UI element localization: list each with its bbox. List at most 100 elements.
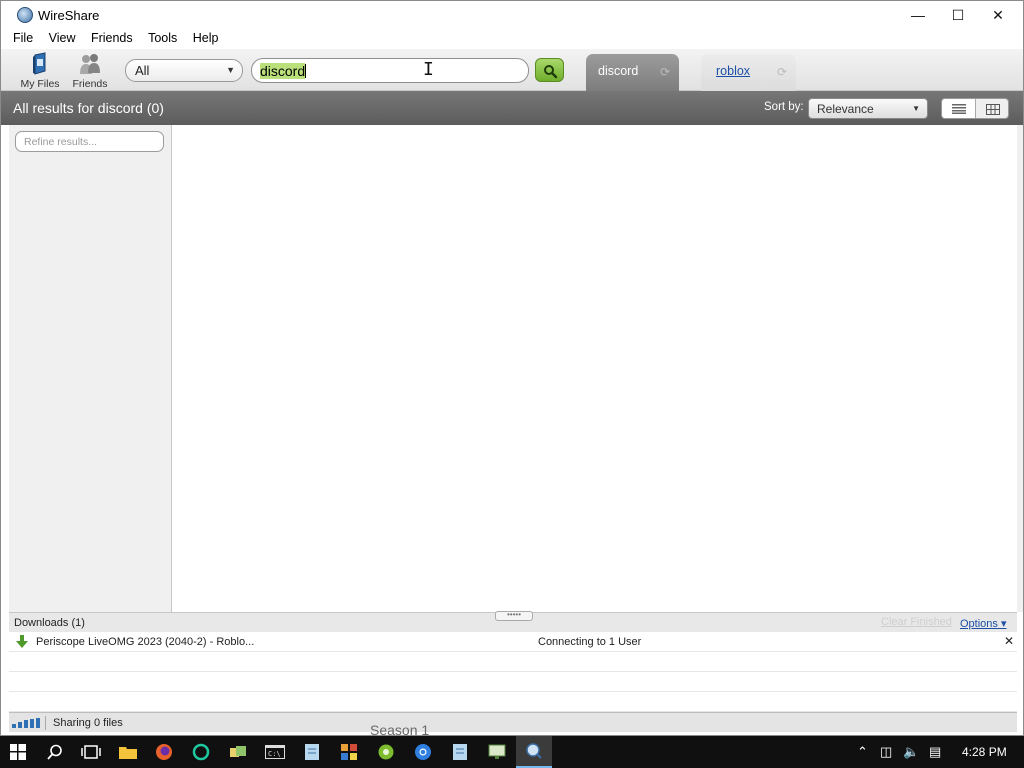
maximize-button[interactable]: ☐: [938, 1, 978, 29]
taskbar-app-green-circle[interactable]: [368, 736, 404, 768]
divider: [45, 716, 46, 730]
tab-roblox-label[interactable]: roblox: [716, 64, 750, 78]
download-arrow-icon: [16, 635, 28, 648]
taskbar-search[interactable]: [37, 736, 73, 768]
list-view-button[interactable]: [942, 99, 976, 118]
grid-view-button[interactable]: [976, 99, 1008, 118]
downloads-title: Downloads (1): [14, 617, 85, 629]
friends-icon: [80, 54, 100, 74]
show-hidden-icons-icon[interactable]: ⌃: [857, 744, 868, 760]
taskbar-notepad[interactable]: [294, 736, 330, 768]
taskbar-app-files[interactable]: [220, 736, 256, 768]
menu-help[interactable]: Help: [193, 31, 219, 45]
ibeam-cursor-icon: I: [423, 59, 434, 80]
start-button[interactable]: [0, 736, 36, 768]
loading-spinner-icon: ⟳: [659, 65, 670, 79]
category-value: All: [135, 63, 150, 78]
download-row-empty: [9, 672, 1017, 692]
grid-view-icon: [986, 103, 1000, 115]
download-status: Connecting to 1 User: [538, 636, 642, 648]
category-select[interactable]: All ▼: [125, 59, 243, 82]
wireshare-icon: [526, 743, 542, 759]
taskbar-clock[interactable]: 4:28 PM: [962, 745, 1007, 759]
monitor-icon: [488, 744, 506, 759]
notepad-icon: [453, 744, 467, 760]
folders-icon: [230, 746, 246, 757]
sort-value: Relevance: [817, 102, 874, 116]
menu-tools[interactable]: Tools: [148, 31, 177, 45]
taskbar-wireshare[interactable]: [516, 736, 552, 768]
results-heading: All results for discord (0): [13, 100, 164, 116]
tab-discord[interactable]: discord ⟳: [586, 54, 679, 91]
wireshare-window: WireShare — ☐ ✕ File View Friends Tools …: [0, 0, 1024, 736]
status-bar: Sharing 0 files: [9, 712, 1017, 732]
results-header: All results for discord (0) Sort by: Rel…: [1, 91, 1023, 125]
task-view-icon: [81, 745, 101, 759]
taskbar-chrome[interactable]: [405, 736, 441, 768]
search-input[interactable]: discord: [251, 58, 529, 83]
network-icon[interactable]: ◫: [880, 744, 892, 760]
download-row-empty: [9, 692, 1017, 712]
my-files-button[interactable]: My Files: [15, 51, 65, 90]
taskbar-file-explorer[interactable]: [110, 736, 146, 768]
list-view-icon: [951, 104, 966, 114]
wireshare-logo-icon: [17, 7, 33, 23]
search-button[interactable]: [535, 58, 564, 82]
search-icon: [544, 65, 558, 79]
sharing-status[interactable]: Sharing 0 files: [53, 717, 123, 729]
download-row-empty: [9, 652, 1017, 672]
results-list: [172, 125, 1017, 612]
minimize-button[interactable]: —: [898, 1, 938, 29]
downloads-header: Downloads (1) ••••• Clear Finished Optio…: [9, 611, 1017, 632]
menu-friends[interactable]: Friends: [91, 31, 133, 45]
svg-text:C:\: C:\: [268, 750, 281, 758]
folder-icon: [119, 747, 137, 759]
app-grid-icon: [341, 744, 357, 760]
view-toggle: [941, 98, 1009, 119]
toolbar: My Files Friends All ▼ discord discord ⟳…: [1, 49, 1023, 91]
cancel-download-icon[interactable]: ✕: [1004, 634, 1014, 648]
green-circle-icon: [378, 744, 394, 760]
menu-file[interactable]: File: [13, 31, 33, 45]
menu-view[interactable]: View: [49, 31, 76, 45]
search-value: discord: [260, 63, 306, 79]
download-name: Periscope LiveOMG 2023 (2040-2) - Roblo.…: [36, 636, 255, 648]
friends-button[interactable]: Friends: [65, 51, 115, 90]
taskbar-notepad-2[interactable]: [442, 736, 478, 768]
options-link[interactable]: Options ▾: [960, 617, 1007, 630]
chrome-icon: [415, 744, 431, 760]
chevron-down-icon: ▼: [226, 65, 235, 75]
text-caret: [305, 64, 307, 78]
taskbar-firefox[interactable]: [146, 736, 182, 768]
taskbar-cmd[interactable]: C:\: [257, 736, 293, 768]
task-view-button[interactable]: [73, 736, 109, 768]
results-scrollbar[interactable]: [1017, 125, 1023, 612]
windows-logo-icon: [10, 744, 26, 760]
tab-roblox[interactable]: roblox ⟳: [701, 54, 796, 91]
filter-sidebar: Refine results...: [9, 125, 172, 612]
download-row[interactable]: Periscope LiveOMG 2023 (2040-2) - Roblo.…: [9, 632, 1017, 652]
resize-handle[interactable]: •••••: [495, 611, 533, 621]
loading-spinner-icon: ⟳: [776, 65, 787, 79]
taskbar: C:\ ⌃ ◫ 🔈 ▤ 4:28 PM: [0, 736, 1024, 768]
taskbar-app-green[interactable]: [183, 736, 219, 768]
tab-discord-label: discord: [598, 64, 639, 78]
green-ring-icon: [192, 743, 210, 761]
refine-results-input[interactable]: Refine results...: [15, 131, 164, 152]
taskbar-app-monitor[interactable]: [479, 736, 515, 768]
volume-muted-icon[interactable]: 🔈: [903, 744, 919, 760]
clear-finished-link[interactable]: Clear Finished: [881, 616, 952, 628]
notifications-icon[interactable]: ▤: [929, 744, 941, 760]
search-icon: [47, 744, 62, 760]
sort-label: Sort by:: [764, 101, 804, 113]
firefox-icon: [156, 744, 172, 760]
chevron-down-icon: ▼: [912, 104, 920, 113]
menu-bar: File View Friends Tools Help: [1, 29, 1023, 49]
friends-label: Friends: [72, 78, 108, 90]
sort-select[interactable]: Relevance ▼: [808, 98, 928, 119]
title-bar: WireShare — ☐ ✕: [1, 1, 1023, 29]
close-button[interactable]: ✕: [978, 1, 1018, 29]
command-prompt-icon: C:\: [265, 745, 285, 759]
taskbar-app-grid[interactable]: [331, 736, 367, 768]
window-title: WireShare: [38, 8, 100, 23]
